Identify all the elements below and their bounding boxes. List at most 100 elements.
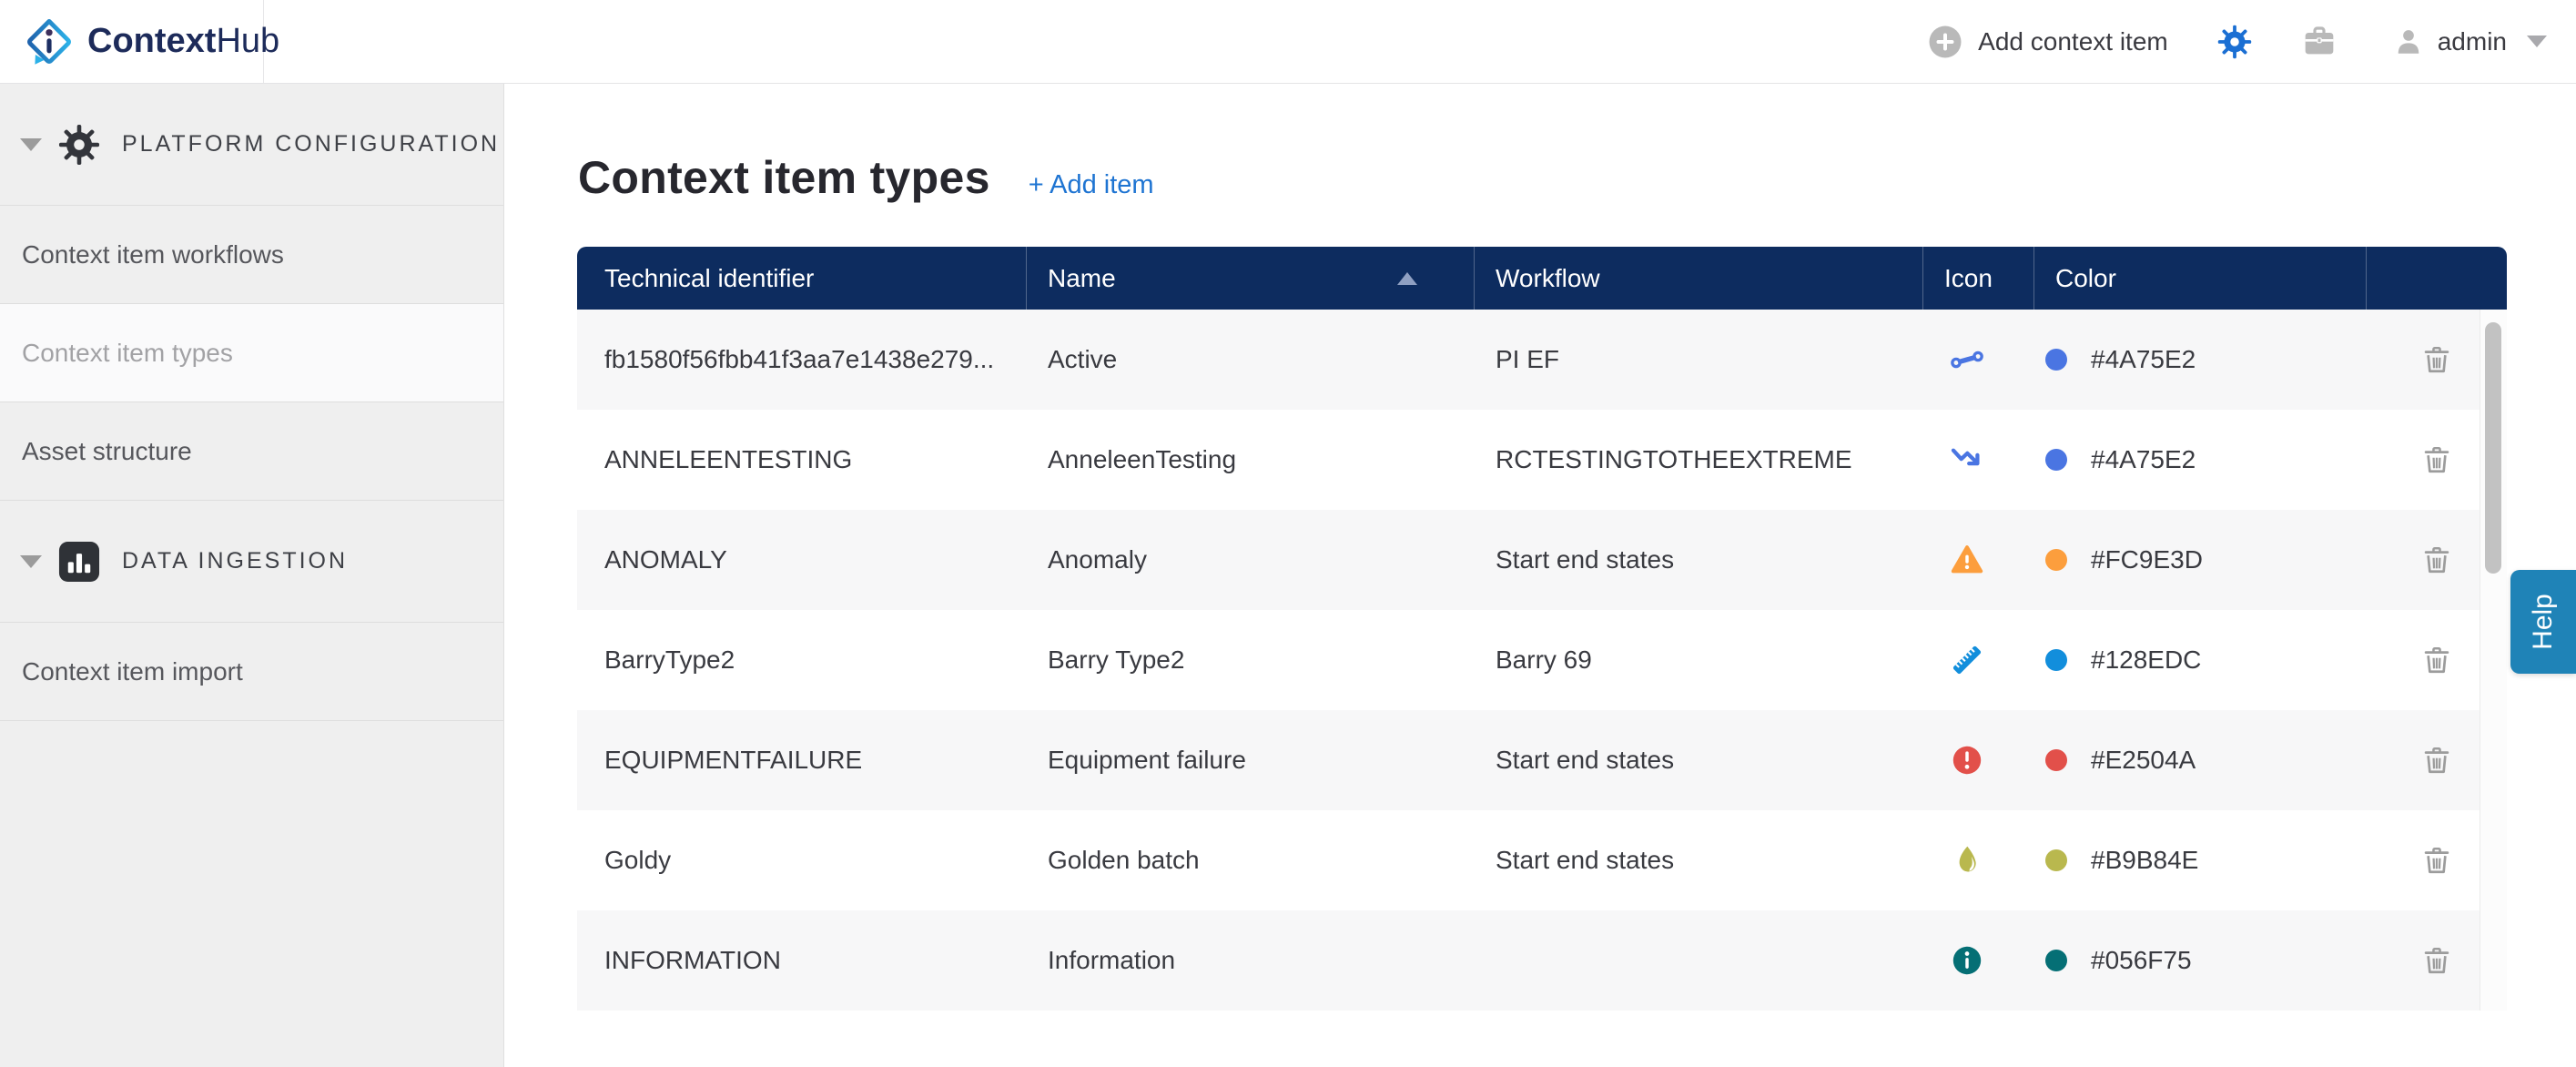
column-header-color[interactable]: Color: [2033, 247, 2366, 310]
workflow-cell: PI EF: [1474, 310, 1922, 410]
table-row[interactable]: ANNELEENTESTING AnneleenTesting RCTESTIN…: [577, 410, 2507, 510]
color-dot: [2045, 749, 2067, 771]
workflow-cell: Start end states: [1474, 810, 1922, 910]
link-icon: [1950, 342, 1984, 377]
column-header-icon[interactable]: Icon: [1922, 247, 2033, 310]
flame-icon: [1950, 843, 1984, 878]
color-dot: [2045, 349, 2067, 371]
sidebar-item-context-item-import[interactable]: Context item import: [0, 623, 503, 721]
plus-circle-icon: [1927, 24, 1963, 60]
briefcase-icon[interactable]: [2301, 24, 2338, 60]
table-row[interactable]: ANOMALY Anomaly Start end states #FC9E3D: [577, 510, 2507, 610]
section-label: DATA INGESTION: [122, 548, 348, 574]
technical-identifier-cell: EQUIPMENTFAILURE: [577, 710, 1026, 810]
column-header-name[interactable]: Name: [1026, 247, 1474, 310]
sidebar-item-label: Context item types: [22, 339, 233, 368]
table-header: Technical identifier Name Workflow Icon …: [577, 247, 2507, 310]
column-header-actions: [2366, 247, 2507, 310]
color-hex: #4A75E2: [2091, 445, 2196, 474]
table-row[interactable]: fb1580f56fbb41f3aa7e1438e279... Active P…: [577, 310, 2507, 410]
technical-identifier-cell: INFORMATION: [577, 910, 1026, 1011]
color-dot: [2045, 649, 2067, 671]
topbar: ContextHub Add context item admin: [0, 0, 2576, 84]
column-header-label: Name: [1048, 264, 1116, 293]
table-row[interactable]: INFORMATION Information #056F75: [577, 910, 2507, 1011]
chevron-down-icon: [20, 138, 42, 151]
technical-identifier-cell: fb1580f56fbb41f3aa7e1438e279...: [577, 310, 1026, 410]
settings-gear-icon[interactable]: [2217, 25, 2252, 59]
app-logo[interactable]: ContextHub: [0, 0, 264, 83]
sidebar-section-platform-configuration[interactable]: PLATFORM CONFIGURATION: [0, 84, 503, 206]
bar-chart-icon: [58, 541, 100, 583]
sidebar-section-data-ingestion[interactable]: DATA INGESTION: [0, 501, 503, 623]
user-menu[interactable]: admin: [2392, 25, 2547, 58]
table-scrollbar-thumb[interactable]: [2485, 322, 2501, 574]
table-row[interactable]: EQUIPMENTFAILURE Equipment failure Start…: [577, 710, 2507, 810]
color-hex: #FC9E3D: [2091, 545, 2203, 574]
color-dot: [2045, 849, 2067, 871]
sidebar-item-label: Asset structure: [22, 437, 192, 466]
workflow-cell: Start end states: [1474, 510, 1922, 610]
delete-icon[interactable]: [2421, 645, 2452, 676]
ruler-icon: [1950, 643, 1984, 677]
chevron-down-icon: [20, 555, 42, 568]
workflow-cell: RCTESTINGTOTHEEXTREME: [1474, 410, 1922, 510]
table-row[interactable]: Goldy Golden batch Start end states #B9B…: [577, 810, 2507, 910]
add-context-item-label: Add context item: [1978, 27, 2168, 56]
table-scrollbar-track[interactable]: [2480, 310, 2507, 1011]
page-title: Context item types: [578, 151, 990, 204]
add-item-link[interactable]: + Add item: [1029, 170, 1154, 200]
technical-identifier-cell: ANOMALY: [577, 510, 1026, 610]
color-hex: #128EDC: [2091, 645, 2201, 675]
name-cell: Golden batch: [1026, 810, 1474, 910]
warning-triangle-icon: [1950, 543, 1984, 577]
name-cell: Barry Type2: [1026, 610, 1474, 710]
color-hex: #4A75E2: [2091, 345, 2196, 374]
delete-icon[interactable]: [2421, 945, 2452, 976]
help-tab-label: Help: [2528, 594, 2559, 650]
technical-identifier-cell: BarryType2: [577, 610, 1026, 710]
color-hex: #E2504A: [2091, 746, 2196, 775]
gear-icon: [58, 124, 100, 166]
delete-icon[interactable]: [2421, 845, 2452, 876]
sidebar-item-label: Context item import: [22, 657, 243, 686]
sidebar-item-asset-structure[interactable]: Asset structure: [0, 402, 503, 501]
name-cell: AnneleenTesting: [1026, 410, 1474, 510]
section-label: PLATFORM CONFIGURATION: [122, 131, 500, 158]
user-avatar-icon: [2392, 25, 2425, 58]
brand-name: ContextHub: [87, 22, 279, 61]
name-cell: Active: [1026, 310, 1474, 410]
color-hex: #B9B84E: [2091, 846, 2198, 875]
technical-identifier-cell: Goldy: [577, 810, 1026, 910]
table-row[interactable]: BarryType2 Barry Type2 Barry 69 #128EDC: [577, 610, 2507, 710]
delete-icon[interactable]: [2421, 745, 2452, 776]
main-content: Context item types + Add item Technical …: [504, 84, 2576, 1067]
column-header-technical-identifier[interactable]: Technical identifier: [577, 247, 1026, 310]
name-cell: Information: [1026, 910, 1474, 1011]
user-name: admin: [2438, 27, 2507, 56]
workflow-cell: [1474, 910, 1922, 1011]
delete-icon[interactable]: [2421, 544, 2452, 575]
context-item-types-table: Technical identifier Name Workflow Icon …: [577, 247, 2507, 1011]
color-dot: [2045, 549, 2067, 571]
add-context-item-button[interactable]: Add context item: [1927, 24, 2168, 60]
chevron-down-icon: [2527, 36, 2547, 47]
help-tab[interactable]: Help: [2510, 570, 2576, 674]
delete-icon[interactable]: [2421, 444, 2452, 475]
error-circle-icon: [1950, 743, 1984, 777]
workflow-cell: Start end states: [1474, 710, 1922, 810]
color-hex: #056F75: [2091, 946, 2192, 975]
contexthub-logo-icon: [24, 16, 75, 67]
sidebar-item-context-item-types[interactable]: Context item types: [0, 304, 503, 402]
trend-down-icon: [1950, 442, 1984, 477]
color-dot: [2045, 950, 2067, 971]
delete-icon[interactable]: [2421, 344, 2452, 375]
name-cell: Equipment failure: [1026, 710, 1474, 810]
sidebar-item-context-item-workflows[interactable]: Context item workflows: [0, 206, 503, 304]
column-header-workflow[interactable]: Workflow: [1474, 247, 1922, 310]
topbar-actions: Add context item admin: [1927, 24, 2576, 60]
name-cell: Anomaly: [1026, 510, 1474, 610]
sidebar: PLATFORM CONFIGURATION Context item work…: [0, 84, 504, 1067]
color-dot: [2045, 449, 2067, 471]
technical-identifier-cell: ANNELEENTESTING: [577, 410, 1026, 510]
